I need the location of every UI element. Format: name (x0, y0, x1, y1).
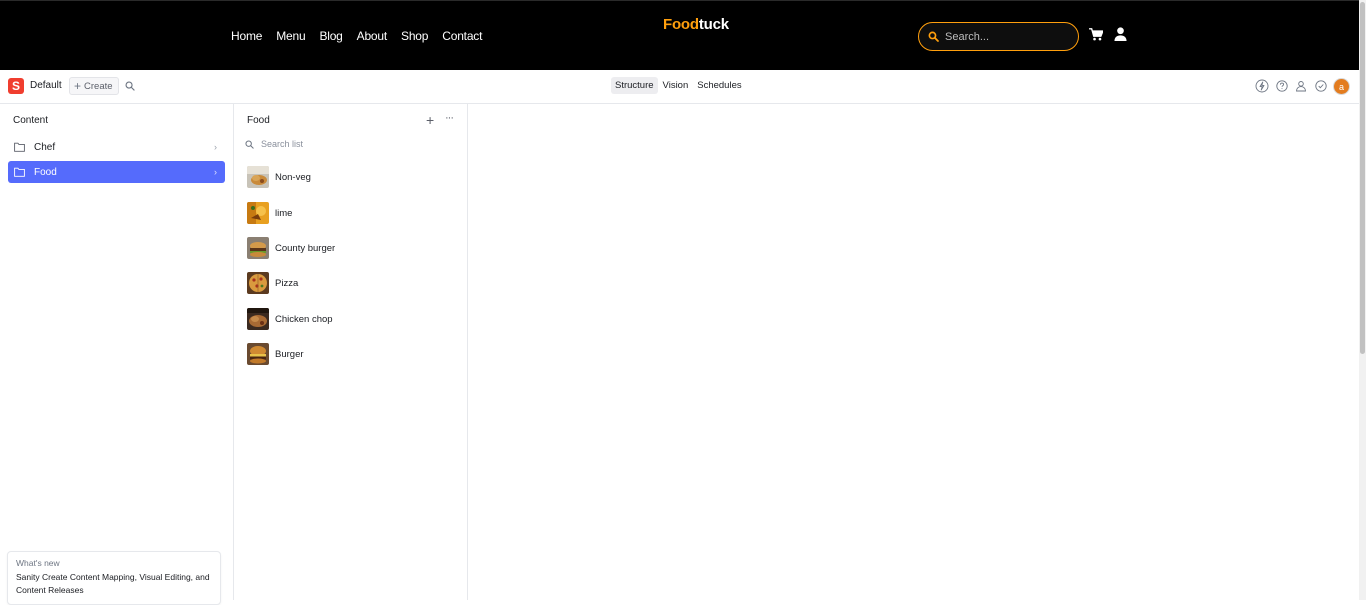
folder-icon (14, 142, 25, 152)
content-item-label: Chef (34, 141, 56, 153)
food-list-pane: Food + ··· Non-veg lime County burger Pi… (234, 104, 468, 600)
document-item-chicken-chop[interactable]: Chicken chop (247, 308, 333, 330)
document-thumbnail (247, 272, 269, 294)
search-icon (245, 139, 254, 149)
nav-home-link[interactable]: Home (231, 29, 262, 43)
content-item-chef[interactable]: Chef › (8, 136, 225, 158)
document-label: Burger (275, 348, 304, 360)
list-search-input[interactable] (261, 139, 441, 149)
document-thumbnail (247, 308, 269, 330)
plus-icon: + (74, 79, 82, 93)
create-button-label: Create (84, 80, 113, 92)
tab-vision[interactable]: Vision (659, 77, 693, 94)
list-search (245, 139, 441, 149)
create-button[interactable]: + Create (69, 77, 119, 95)
document-item-pizza[interactable]: Pizza (247, 272, 298, 294)
workspace-name[interactable]: Default (30, 80, 62, 91)
search-icon[interactable] (125, 81, 135, 91)
cart-icon[interactable] (1089, 28, 1103, 41)
content-item-food[interactable]: Food › (8, 161, 225, 183)
user-avatar[interactable]: a (1333, 78, 1350, 95)
document-item-burger[interactable]: Burger (247, 343, 304, 365)
brand-logo-part2: tuck (698, 16, 729, 33)
more-options-icon[interactable]: ··· (445, 112, 454, 124)
workspace-logo[interactable]: S (8, 78, 24, 94)
brand-logo-part1: Food (663, 16, 699, 33)
tool-tabs: Structure Vision Schedules (611, 77, 747, 94)
nav-shop-link[interactable]: Shop (401, 29, 428, 43)
document-thumbnail (247, 202, 269, 224)
document-item-county-burger[interactable]: County burger (247, 237, 335, 259)
page-scrollbar[interactable] (1359, 0, 1366, 600)
document-label: County burger (275, 242, 336, 254)
chevron-right-icon: › (214, 142, 217, 152)
document-label: Pizza (275, 277, 299, 289)
site-search-input[interactable] (945, 30, 1065, 43)
whats-new-kicker: What's new (16, 558, 60, 568)
site-header: Home Menu Blog About Shop Contact Foodtu… (0, 0, 1359, 70)
whats-new-card[interactable]: What's new Sanity Create Content Mapping… (7, 551, 221, 605)
presence-icon[interactable] (1294, 79, 1308, 93)
studio-toolbar: S Default + Create Structure Vision Sche… (0, 70, 1359, 104)
brand-logo[interactable]: Foodtuck (663, 16, 729, 33)
chevron-right-icon: › (214, 167, 217, 177)
document-label: Chicken chop (275, 313, 333, 325)
site-nav: Home Menu Blog About Shop Contact (231, 29, 496, 43)
content-pane-title: Content (13, 115, 49, 126)
document-thumbnail (247, 166, 269, 188)
help-icon[interactable] (1275, 79, 1289, 93)
folder-icon (14, 167, 25, 177)
document-label: lime (275, 207, 293, 219)
site-search (918, 22, 1079, 51)
document-thumbnail (247, 343, 269, 365)
tasks-icon[interactable] (1314, 79, 1328, 93)
document-thumbnail (247, 237, 269, 259)
content-pane: Content Chef › Food › What's new Sanity … (0, 104, 234, 605)
nav-blog-link[interactable]: Blog (319, 29, 342, 43)
nav-about-link[interactable]: About (357, 29, 388, 43)
tab-structure[interactable]: Structure (611, 77, 658, 94)
document-item-non-veg[interactable]: Non-veg (247, 166, 311, 188)
toolbar-icons (1255, 79, 1333, 93)
list-pane-title: Food (247, 115, 270, 126)
document-label: Non-veg (275, 171, 311, 183)
document-item-lime[interactable]: lime (247, 202, 292, 224)
lightning-icon[interactable] (1255, 79, 1269, 93)
user-icon[interactable] (1114, 27, 1127, 41)
search-icon (928, 31, 939, 42)
whats-new-text: Sanity Create Content Mapping, Visual Ed… (16, 572, 210, 595)
nav-contact-link[interactable]: Contact (442, 29, 482, 43)
tab-schedules[interactable]: Schedules (693, 77, 745, 94)
content-item-label: Food (34, 166, 57, 178)
scrollbar-thumb[interactable] (1360, 2, 1365, 354)
nav-menu-link[interactable]: Menu (276, 29, 305, 43)
add-document-icon[interactable]: + (426, 113, 434, 127)
